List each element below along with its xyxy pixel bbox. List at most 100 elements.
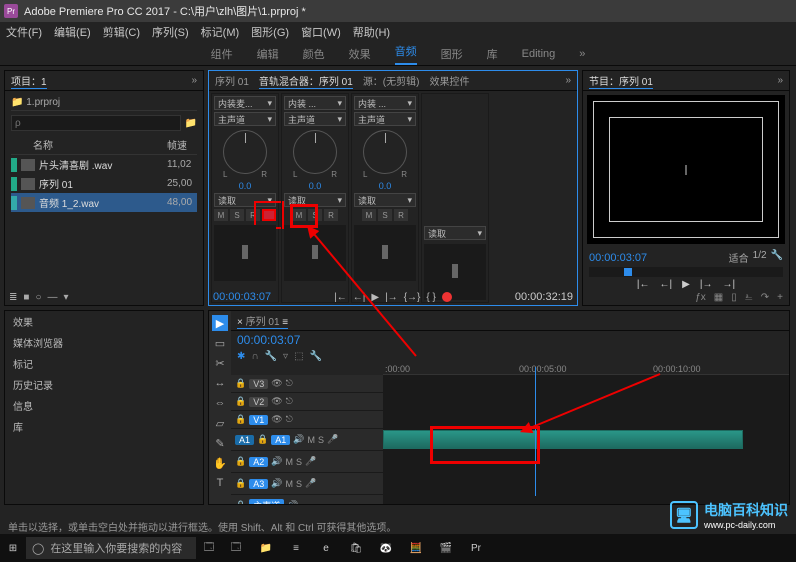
menu-help[interactable]: 帮助(H) bbox=[353, 24, 390, 40]
settings-icon[interactable]: 🔧 bbox=[771, 250, 783, 265]
workspace-effects[interactable]: 效果 bbox=[349, 46, 371, 62]
record-enable-button[interactable] bbox=[262, 209, 276, 221]
input-dropdown[interactable]: 内装 ...▾ bbox=[284, 96, 346, 110]
new-bin-icon[interactable]: 📁 bbox=[185, 118, 197, 129]
icon-view-icon[interactable]: ■ bbox=[23, 292, 29, 303]
output-dropdown[interactable]: 主声道▾ bbox=[214, 112, 276, 126]
goto-out-icon[interactable]: {→} bbox=[404, 292, 421, 303]
timeline-ruler[interactable]: :00:00 00:00:05:00 00:00:10:00 bbox=[383, 364, 789, 375]
sync-lock-icon[interactable]: ⎋ bbox=[286, 396, 293, 407]
voiceover-icon[interactable]: 🎤 bbox=[305, 456, 316, 467]
start-button-icon[interactable]: ⊞ bbox=[4, 539, 22, 557]
pan-knob[interactable] bbox=[293, 130, 337, 174]
mute-toggle[interactable]: M bbox=[307, 435, 315, 445]
mixer-tab-source[interactable]: 源：(无剪辑) bbox=[363, 73, 420, 88]
freeform-view-icon[interactable]: ○ bbox=[35, 292, 41, 303]
wrench-icon[interactable]: 🔧 bbox=[310, 351, 322, 362]
settings-icon[interactable]: ▿ bbox=[283, 351, 288, 362]
snap-icon[interactable]: ✱ bbox=[237, 351, 245, 362]
solo-toggle[interactable]: S bbox=[296, 479, 302, 489]
track-content[interactable] bbox=[383, 429, 789, 450]
export-frame-icon[interactable]: ⎁ bbox=[745, 292, 753, 303]
automation-mode-dropdown[interactable]: 读取▾ bbox=[354, 193, 416, 207]
task-view-icon[interactable]: 🗔 bbox=[200, 539, 218, 557]
effects-tab[interactable]: 效果 bbox=[5, 311, 203, 332]
source-patch-toggle[interactable]: A1 bbox=[235, 435, 254, 445]
audio-clip[interactable] bbox=[383, 430, 743, 449]
track-target-toggle[interactable]: V2 bbox=[249, 397, 268, 407]
slip-tool-icon[interactable]: ⇔ bbox=[212, 395, 228, 411]
pen-tool-icon[interactable]: ▱ bbox=[212, 415, 228, 431]
track-content[interactable] bbox=[383, 451, 789, 472]
voiceover-icon[interactable]: 🎤 bbox=[327, 434, 338, 445]
eye-icon[interactable]: 👁 bbox=[271, 378, 282, 389]
taskbar-app-icon[interactable]: 🎬 bbox=[432, 536, 460, 560]
lock-icon[interactable]: 🔒 bbox=[235, 478, 246, 489]
solo-toggle[interactable]: S bbox=[318, 435, 324, 445]
eye-icon[interactable]: 👁 bbox=[271, 414, 282, 425]
program-scrubber[interactable] bbox=[589, 267, 783, 277]
lock-icon[interactable]: 🔒 bbox=[235, 456, 246, 467]
track-target-toggle[interactable]: A2 bbox=[249, 457, 268, 467]
menu-file[interactable]: 文件(F) bbox=[6, 24, 42, 40]
taskbar-app-icon[interactable]: ≡ bbox=[282, 536, 310, 560]
selection-tool-icon[interactable]: ▶ bbox=[212, 315, 228, 331]
workspace-color[interactable]: 颜色 bbox=[303, 46, 325, 62]
marker-icon[interactable]: 🔧 bbox=[265, 351, 277, 362]
workspace-audio[interactable]: 音频 bbox=[395, 43, 417, 65]
lock-icon[interactable]: 🔒 bbox=[235, 396, 246, 407]
insert-icon[interactable]: ⬚ bbox=[294, 351, 303, 362]
taskbar-app-icon[interactable]: 🧮 bbox=[402, 536, 430, 560]
record-arm-button[interactable]: R bbox=[246, 209, 260, 221]
panel-menu-icon[interactable]: » bbox=[191, 75, 197, 86]
workspace-graphics[interactable]: 图形 bbox=[441, 46, 463, 62]
compare-icon[interactable]: ▦ bbox=[714, 292, 723, 303]
solo-button[interactable]: S bbox=[308, 209, 322, 221]
program-tab[interactable]: 节目：序列 01 bbox=[589, 73, 653, 89]
record-icon[interactable] bbox=[442, 292, 452, 302]
workspace-overflow-icon[interactable]: » bbox=[579, 48, 585, 60]
mute-button[interactable]: M bbox=[214, 209, 228, 221]
track-target-toggle[interactable]: V3 bbox=[249, 379, 268, 389]
project-row[interactable]: 片头清喜剧 .wav 11,02 bbox=[11, 155, 197, 174]
type-tool-icon[interactable]: T bbox=[212, 475, 228, 491]
automation-mode-dropdown[interactable]: 读取▾ bbox=[424, 226, 486, 240]
program-monitor[interactable] bbox=[587, 95, 785, 244]
track-target-toggle[interactable]: A1 bbox=[271, 435, 290, 445]
automation-mode-dropdown[interactable]: 读取▾ bbox=[214, 193, 276, 207]
step-back-icon[interactable]: ←| bbox=[353, 292, 366, 303]
eye-icon[interactable]: 👁 bbox=[271, 396, 282, 407]
goto-in-icon[interactable]: |← bbox=[637, 279, 650, 290]
volume-fader[interactable] bbox=[284, 225, 346, 281]
solo-button[interactable]: S bbox=[378, 209, 392, 221]
timeline-tab[interactable]: × 序列 01 ≡ bbox=[237, 313, 288, 329]
workspace-assembly[interactable]: 组件 bbox=[211, 46, 233, 62]
taskbar-app-icon[interactable]: 📁 bbox=[252, 536, 280, 560]
track-target-toggle[interactable]: V1 bbox=[249, 415, 268, 425]
menu-clip[interactable]: 剪辑(C) bbox=[103, 24, 140, 40]
volume-fader[interactable] bbox=[214, 225, 276, 281]
sync-lock-icon[interactable]: ⎋ bbox=[286, 414, 293, 425]
output-dropdown[interactable]: 主声道▾ bbox=[284, 112, 346, 126]
mute-toggle[interactable]: M bbox=[285, 457, 293, 467]
timeline-playhead[interactable] bbox=[535, 367, 536, 496]
record-arm-button[interactable]: R bbox=[394, 209, 408, 221]
track-content[interactable] bbox=[383, 375, 789, 392]
markers-tab[interactable]: 标记 bbox=[5, 353, 203, 374]
track-content[interactable] bbox=[383, 393, 789, 410]
zoom-slider[interactable]: — bbox=[47, 292, 57, 303]
lock-icon[interactable]: 🔒 bbox=[235, 378, 246, 389]
lock-icon[interactable]: 🔒 bbox=[235, 500, 246, 504]
speaker-icon[interactable]: 🔊 bbox=[271, 478, 282, 489]
voiceover-icon[interactable]: 🎤 bbox=[305, 478, 316, 489]
project-tab[interactable]: 项目：1 bbox=[11, 73, 47, 89]
list-view-icon[interactable]: ≣ bbox=[9, 292, 17, 303]
playhead-icon[interactable] bbox=[624, 268, 632, 276]
solo-button[interactable]: S bbox=[230, 209, 244, 221]
pan-knob[interactable] bbox=[223, 130, 267, 174]
speaker-icon[interactable]: 🔊 bbox=[271, 456, 282, 467]
record-arm-button[interactable]: R bbox=[324, 209, 338, 221]
menu-window[interactable]: 窗口(W) bbox=[301, 24, 341, 40]
sort-icon[interactable]: ▾ bbox=[63, 292, 68, 303]
solo-toggle[interactable]: S bbox=[296, 457, 302, 467]
